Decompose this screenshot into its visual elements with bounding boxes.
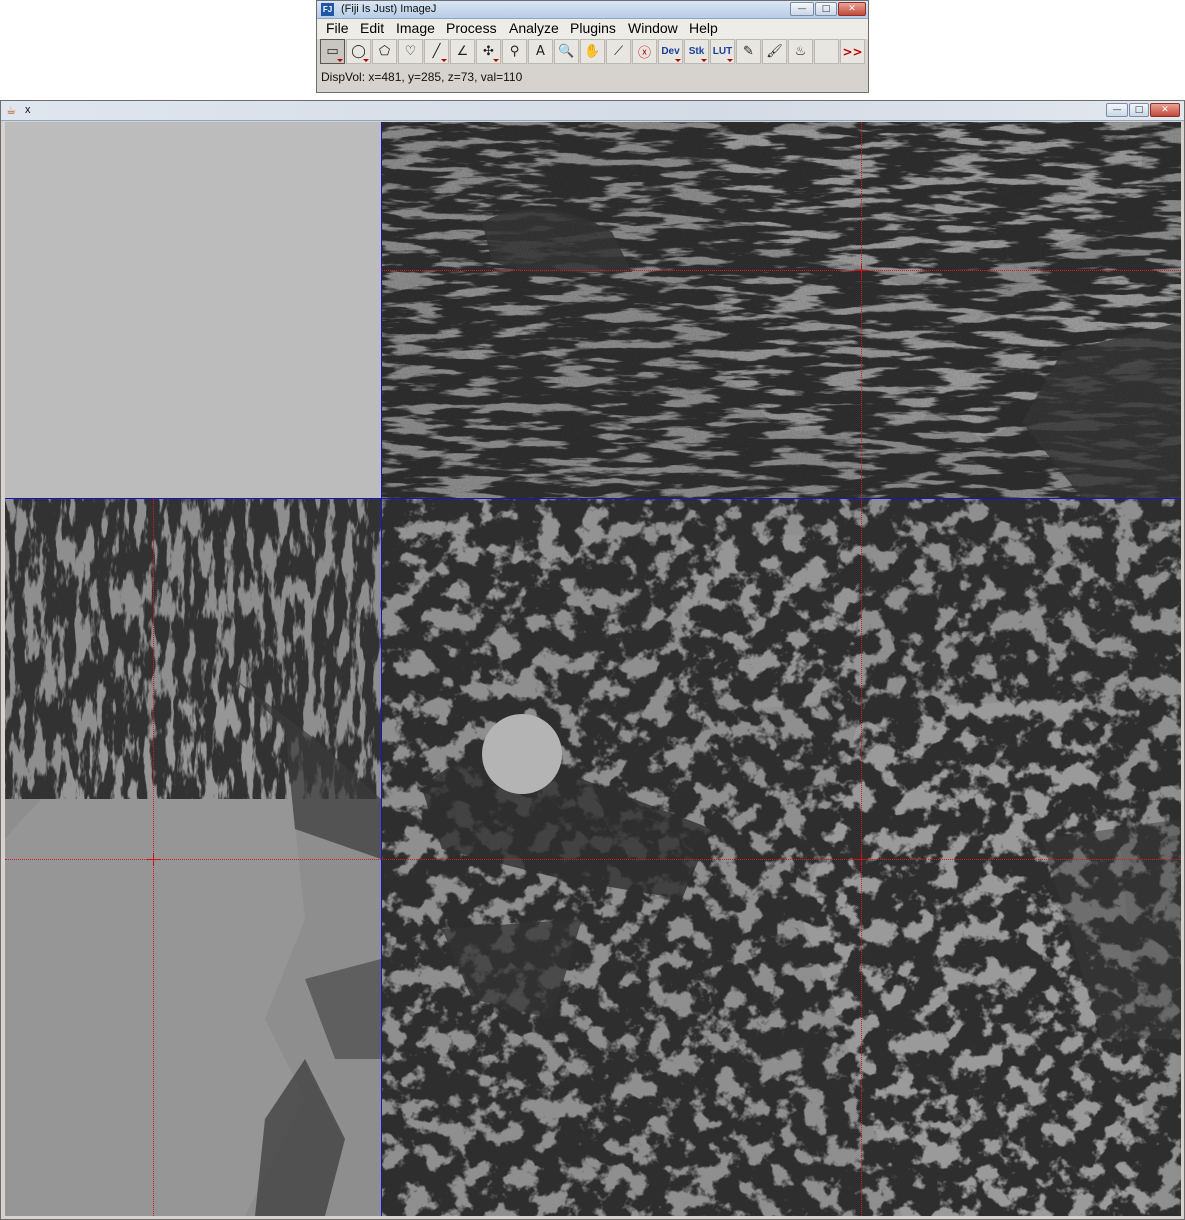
lut-tool[interactable]: LUT <box>710 39 735 64</box>
rectangle-icon: ▭ <box>326 44 339 59</box>
toolbar: ▭ ◯ ⬠ ♡ ╱ ∠ ✣ ⚲ A 🔍 ✋ ⟋ ⓧ Dev Stk LUT ✎ 🖌 ♨ >> <box>317 39 868 65</box>
polygon-icon: ⬠ <box>378 44 391 59</box>
menu-process[interactable]: Process <box>446 20 497 36</box>
stk-icon: Stk <box>688 46 705 57</box>
image-window-title: x <box>25 104 31 116</box>
wand-icon: ⚲ <box>509 44 520 59</box>
minimize-button[interactable]: — <box>790 2 814 16</box>
pencil-icon: ✎ <box>743 44 754 59</box>
horizontal-divider <box>5 498 1181 499</box>
more-tools[interactable]: >> <box>840 39 865 64</box>
oval-tool[interactable]: ◯ <box>346 39 371 64</box>
stk-tool[interactable]: Stk <box>684 39 709 64</box>
wand-tool[interactable]: ⚲ <box>502 39 527 64</box>
menu-window[interactable]: Window <box>628 20 678 36</box>
crosshair-center-xz <box>855 264 868 277</box>
text-tool[interactable]: A <box>528 39 553 64</box>
xz-view-panel[interactable] <box>382 122 1181 498</box>
xy-view-panel[interactable] <box>382 499 1181 1216</box>
java-icon: ☕ <box>6 104 16 117</box>
image-maximize-button[interactable]: □ <box>1129 103 1149 117</box>
vertical-divider <box>381 122 382 1216</box>
freehand-tool[interactable]: ♡ <box>398 39 423 64</box>
menu-help[interactable]: Help <box>689 20 718 36</box>
fiji-app-icon: FJ <box>321 3 334 16</box>
dropdown-indicator <box>701 59 707 62</box>
menu-edit[interactable]: Edit <box>360 20 384 36</box>
empty-tool[interactable] <box>814 39 839 64</box>
hand-tool[interactable]: ✋ <box>580 39 605 64</box>
dropdown-indicator <box>675 59 681 62</box>
crosshair-center-yz <box>147 853 160 866</box>
title-bar[interactable]: FJ (Fiji Is Just) ImageJ — □ ✕ <box>317 1 868 19</box>
flood-fill-tool[interactable]: ♨ <box>788 39 813 64</box>
menu-plugins[interactable]: Plugins <box>570 20 616 36</box>
stop-tool[interactable]: ⓧ <box>632 39 657 64</box>
line-icon: ╱ <box>432 44 441 59</box>
dropdown-indicator <box>337 59 343 62</box>
color-picker-icon: ⟋ <box>613 44 624 59</box>
image-canvas[interactable] <box>5 122 1181 1216</box>
brush-tool[interactable]: 🖌 <box>762 39 787 64</box>
rectangle-tool[interactable]: ▭ <box>320 39 345 64</box>
image-close-button[interactable]: ✕ <box>1150 103 1180 117</box>
dropdown-indicator <box>727 59 733 62</box>
crosshair-xz-horizontal <box>382 270 1181 271</box>
dropdown-indicator <box>493 59 499 62</box>
angle-tool[interactable]: ∠ <box>450 39 475 64</box>
hand-icon: ✋ <box>584 44 601 59</box>
magnifier-icon: 🔍 <box>558 44 575 59</box>
mores-icon: >> <box>842 44 863 59</box>
yz-view-panel[interactable] <box>5 499 381 1216</box>
image-minimize-button[interactable]: — <box>1106 103 1128 117</box>
point-icon: ✣ <box>483 44 494 59</box>
point-tool[interactable]: ✣ <box>476 39 501 64</box>
close-button[interactable]: ✕ <box>838 2 866 16</box>
pencil-tool[interactable]: ✎ <box>736 39 761 64</box>
imagej-main-window: FJ (Fiji Is Just) ImageJ — □ ✕ File Edit… <box>316 0 869 93</box>
image-title-bar[interactable]: ☕ x — □ ✕ <box>1 101 1184 121</box>
menu-file[interactable]: File <box>326 20 349 36</box>
text-icon: A <box>536 44 545 59</box>
crosshair-center-xy <box>855 853 868 866</box>
freehand-icon: ♡ <box>404 44 417 59</box>
menu-bar: File Edit Image Process Analyze Plugins … <box>317 19 868 39</box>
dropdown-indicator <box>363 59 369 62</box>
angle-icon: ∠ <box>456 44 469 59</box>
maximize-button[interactable]: □ <box>815 2 837 16</box>
image-window: ☕ x — □ ✕ <box>0 100 1185 1220</box>
flood-fill-icon: ♨ <box>794 44 807 59</box>
color-picker-tool[interactable]: ⟋ <box>606 39 631 64</box>
menu-image[interactable]: Image <box>396 20 435 36</box>
stop-icon: ⓧ <box>637 46 651 61</box>
dev-tool[interactable]: Dev <box>658 39 683 64</box>
crosshair-horizontal <box>5 859 1181 860</box>
line-tool[interactable]: ╱ <box>424 39 449 64</box>
oval-icon: ◯ <box>351 44 366 59</box>
dropdown-indicator <box>441 59 447 62</box>
crosshair-xz-vertical <box>861 122 862 498</box>
polygon-tool[interactable]: ⬠ <box>372 39 397 64</box>
brush-icon: 🖌 <box>766 44 783 59</box>
status-line: DispVol: x=481, y=285, z=73, val=110 <box>321 70 523 84</box>
lut-icon: LUT <box>712 46 733 57</box>
menu-analyze[interactable]: Analyze <box>509 20 559 36</box>
window-title: (Fiji Is Just) ImageJ <box>341 3 437 15</box>
dev-icon: Dev <box>661 46 680 57</box>
blank-panel <box>5 122 381 498</box>
magnifier-tool[interactable]: 🔍 <box>554 39 579 64</box>
